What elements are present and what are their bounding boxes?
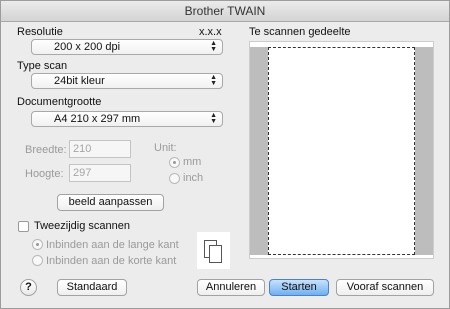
scan-area-preview[interactable]	[249, 41, 434, 259]
preview-right-margin	[415, 47, 433, 255]
short-edge-label: Inbinden aan de korte kant	[46, 255, 177, 267]
duplex-checkbox[interactable]	[18, 221, 29, 232]
document-size-value: A4 210 x 297 mm	[54, 113, 141, 125]
long-edge-radio[interactable]	[32, 239, 43, 250]
twain-window: Brother TWAIN Resolutie x.x.x 200 x 200 …	[0, 0, 450, 309]
version-label: x.x.x	[199, 26, 222, 38]
width-field[interactable]: 210	[69, 140, 131, 158]
scan-area-selection[interactable]	[268, 47, 415, 255]
resolution-value: 200 x 200 dpi	[54, 41, 121, 53]
long-edge-label: Inbinden aan de lange kant	[46, 239, 179, 251]
unit-inch-radio[interactable]	[169, 173, 180, 184]
scan-type-select[interactable]: 24bit kleur ▲ ▼	[31, 73, 223, 89]
document-size-select[interactable]: A4 210 x 297 mm ▲ ▼	[31, 111, 223, 127]
height-field[interactable]: 297	[69, 164, 131, 182]
unit-inch-label: inch	[183, 172, 204, 184]
start-button[interactable]: Starten	[269, 279, 329, 296]
window-title: Brother TWAIN	[1, 1, 449, 22]
document-size-label: Documentgrootte	[17, 96, 102, 108]
cancel-button[interactable]: Annuleren	[197, 279, 265, 296]
preview-left-margin	[250, 47, 268, 255]
resolution-label: Resolutie	[17, 26, 63, 38]
width-label: Breedte:	[25, 144, 67, 156]
updown-arrows-icon: ▲ ▼	[210, 74, 217, 87]
scan-type-value: 24bit kleur	[54, 75, 105, 87]
updown-arrows-icon: ▲ ▼	[210, 112, 217, 125]
adjust-image-button[interactable]: beeld aanpassen	[57, 194, 164, 211]
help-button[interactable]: ?	[20, 279, 37, 296]
default-button[interactable]: Standaard	[57, 279, 127, 296]
unit-mm-radio[interactable]	[169, 157, 180, 168]
preview-label: Te scannen gedeelte	[249, 26, 351, 38]
short-edge-radio[interactable]	[32, 255, 43, 266]
unit-mm-label: mm	[183, 156, 202, 168]
duplex-label: Tweezijdig scannen	[34, 220, 131, 232]
unit-label: Unit:	[154, 142, 177, 154]
resolution-select[interactable]: 200 x 200 dpi ▲ ▼	[31, 39, 223, 55]
scan-type-label: Type scan	[17, 60, 68, 72]
updown-arrows-icon: ▲ ▼	[210, 40, 217, 53]
height-label: Hoogte:	[25, 168, 64, 180]
duplex-pages-icon	[197, 232, 230, 269]
prescan-button[interactable]: Vooraf scannen	[336, 279, 434, 296]
